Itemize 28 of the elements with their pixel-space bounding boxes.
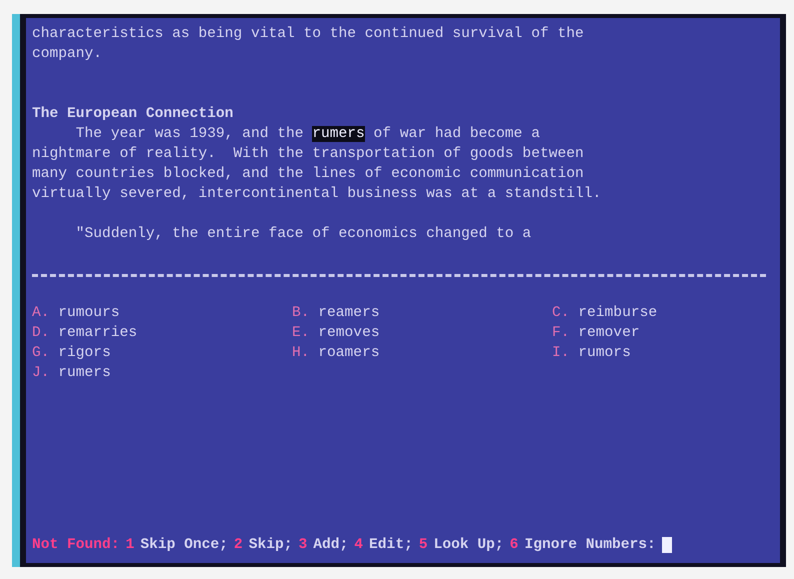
suggestion-word[interactable]: rumours bbox=[58, 305, 120, 321]
suggestion-word[interactable]: remover bbox=[578, 325, 640, 341]
command-label[interactable]: Skip Once; bbox=[140, 535, 228, 555]
suggestion-word[interactable]: remarries bbox=[58, 325, 138, 341]
text-line: nightmare of reality. With the transportation of goods between bbox=[32, 145, 585, 164]
suggestion-word[interactable]: rumers bbox=[58, 365, 111, 381]
status-prompt: Not Found: bbox=[32, 536, 120, 555]
suggestion-word[interactable]: rumors bbox=[578, 345, 631, 361]
command-label[interactable]: Edit; bbox=[369, 535, 413, 555]
suggestion-word[interactable]: rigors bbox=[58, 345, 111, 361]
command-label[interactable]: Skip; bbox=[248, 535, 292, 555]
text-line: "Suddenly, the entire face of economics changed to a bbox=[74, 225, 532, 244]
text-cursor bbox=[662, 537, 672, 553]
suggestion-word[interactable]: reamers bbox=[318, 305, 380, 321]
suggestion-word[interactable]: removes bbox=[318, 325, 380, 341]
command-label[interactable]: Ignore Numbers: bbox=[524, 535, 656, 555]
command-label[interactable]: Look Up; bbox=[434, 535, 504, 555]
suggestion-word[interactable]: roamers bbox=[318, 345, 380, 361]
text-line: virtually severed, intercontinental business was at a standstill. bbox=[32, 185, 602, 204]
text-line: many countries blocked, and the lines of economic communication bbox=[32, 165, 585, 184]
text-line: The year was 1939, and the bbox=[74, 126, 304, 142]
command-label[interactable]: Add; bbox=[313, 535, 348, 555]
section-heading: The European Connection bbox=[32, 105, 234, 124]
misspelled-word: rumers bbox=[312, 126, 365, 142]
text-line: characteristics as being vital to the continued survival of the bbox=[32, 25, 585, 44]
text-line: company. bbox=[32, 45, 104, 64]
text-line: of war had become a bbox=[372, 126, 540, 142]
suggestion-word[interactable]: reimburse bbox=[578, 305, 658, 321]
